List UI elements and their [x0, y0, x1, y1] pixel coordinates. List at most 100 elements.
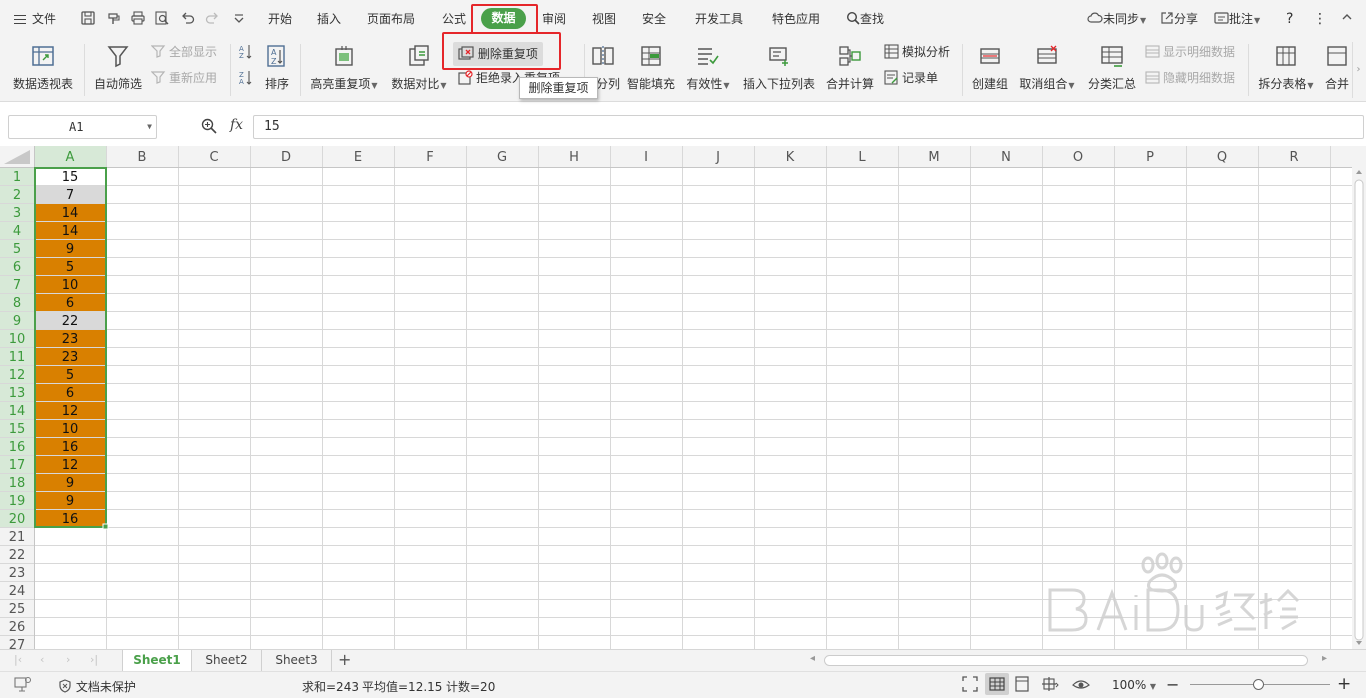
- fill-handle[interactable]: [102, 523, 109, 530]
- print-preview-icon[interactable]: [155, 11, 169, 25]
- row-header-22[interactable]: 22: [9, 548, 26, 563]
- cell-a5[interactable]: 9: [66, 242, 74, 257]
- row-header-19[interactable]: 19: [9, 494, 26, 509]
- cell-a11[interactable]: 23: [62, 350, 79, 365]
- sort-descending-button[interactable]: ZA: [238, 70, 256, 86]
- row-header-12[interactable]: 12: [9, 368, 26, 383]
- cell-a13[interactable]: 6: [66, 386, 74, 401]
- row-header-16[interactable]: 16: [9, 440, 26, 455]
- tab-home[interactable]: 开始: [268, 10, 292, 28]
- row-header-6[interactable]: 6: [13, 260, 21, 275]
- tab-formulas[interactable]: 公式: [442, 10, 466, 28]
- column-header-a[interactable]: A: [66, 150, 75, 165]
- cell-a15[interactable]: 10: [62, 422, 79, 437]
- column-header-d[interactable]: D: [281, 150, 291, 165]
- cell-a10[interactable]: 23: [62, 332, 79, 347]
- zoom-slider-handle[interactable]: [1253, 679, 1264, 690]
- sheet-tab-sheet1[interactable]: Sheet1: [122, 650, 192, 671]
- tab-developer[interactable]: 开发工具: [695, 10, 743, 28]
- column-header-k[interactable]: K: [786, 150, 795, 165]
- undo-icon[interactable]: [181, 11, 195, 25]
- search-button[interactable]: 查找: [846, 10, 884, 28]
- row-header-18[interactable]: 18: [9, 476, 26, 491]
- row-header-5[interactable]: 5: [13, 242, 21, 257]
- name-box[interactable]: A1 ▼: [8, 115, 157, 139]
- hide-detail-button[interactable]: 隐藏明细数据: [1145, 70, 1235, 86]
- cell-a6[interactable]: 5: [66, 260, 74, 275]
- sort-ascending-button[interactable]: AZ: [238, 44, 256, 60]
- row-header-20[interactable]: 20: [9, 512, 26, 527]
- tab-insert[interactable]: 插入: [317, 10, 341, 28]
- horizontal-scrollbar[interactable]: ◂ ▸: [810, 653, 1338, 667]
- row-header-1[interactable]: 1: [13, 170, 21, 185]
- column-header-n[interactable]: N: [1001, 150, 1011, 165]
- share-button[interactable]: 分享: [1160, 10, 1198, 28]
- row-header-26[interactable]: 26: [9, 620, 26, 635]
- show-detail-button[interactable]: 显示明细数据: [1145, 44, 1235, 60]
- row-header-24[interactable]: 24: [9, 584, 26, 599]
- row-header-17[interactable]: 17: [9, 458, 26, 473]
- last-sheet-icon[interactable]: ›|: [90, 653, 98, 666]
- tab-security[interactable]: 安全: [642, 10, 666, 28]
- column-header-o[interactable]: O: [1073, 150, 1083, 165]
- row-header-27[interactable]: 27: [9, 638, 26, 649]
- scroll-left-icon[interactable]: ◂: [810, 653, 815, 664]
- cell-a1[interactable]: 15: [62, 170, 79, 185]
- first-sheet-icon[interactable]: |‹: [14, 653, 22, 666]
- comment-button[interactable]: 批注▼: [1214, 10, 1260, 28]
- smart-fill-button[interactable]: 智能填充: [626, 44, 676, 91]
- zoom-out-icon[interactable]: −: [1166, 675, 1179, 694]
- what-if-analysis-button[interactable]: 模拟分析: [884, 44, 950, 60]
- next-sheet-icon[interactable]: ›: [66, 653, 70, 666]
- reapply-button[interactable]: 重新应用: [150, 70, 217, 86]
- cell-a12[interactable]: 5: [66, 368, 74, 383]
- row-header-2[interactable]: 2: [13, 188, 21, 203]
- ribbon-scroll-right-icon[interactable]: ›: [1352, 42, 1364, 98]
- column-header-r[interactable]: R: [1289, 150, 1298, 165]
- row-header-13[interactable]: 13: [9, 386, 26, 401]
- merge-table-button[interactable]: 合并: [1322, 44, 1352, 91]
- column-header-b[interactable]: B: [138, 150, 147, 165]
- row-header-14[interactable]: 14: [9, 404, 26, 419]
- row-header-4[interactable]: 4: [13, 224, 21, 239]
- column-header-g[interactable]: G: [497, 150, 507, 165]
- sort-button[interactable]: AZ 排序: [262, 44, 292, 91]
- row-header-15[interactable]: 15: [9, 422, 26, 437]
- cell-a18[interactable]: 9: [66, 476, 74, 491]
- pivot-table-button[interactable]: 数据透视表: [12, 44, 74, 91]
- show-all-button[interactable]: 全部显示: [150, 44, 217, 60]
- fullscreen-icon[interactable]: [962, 676, 978, 695]
- insert-function-button[interactable]: fx: [230, 117, 243, 133]
- cell-a7[interactable]: 10: [62, 278, 79, 293]
- column-header-c[interactable]: C: [209, 150, 218, 165]
- row-header-3[interactable]: 3: [13, 206, 21, 221]
- format-painter-icon[interactable]: [107, 11, 121, 25]
- row-header-11[interactable]: 11: [9, 350, 26, 365]
- ungroup-button[interactable]: 取消组合▼: [1018, 44, 1076, 93]
- column-header-e[interactable]: E: [354, 150, 362, 165]
- tab-page-layout[interactable]: 页面布局: [367, 10, 415, 28]
- cell-a14[interactable]: 12: [62, 404, 79, 419]
- sync-status-button[interactable]: 未同步▼: [1087, 10, 1146, 28]
- row-header-10[interactable]: 10: [9, 332, 26, 347]
- data-compare-button[interactable]: 数据对比▼: [390, 44, 448, 93]
- column-header-q[interactable]: Q: [1217, 150, 1227, 165]
- redo-icon[interactable]: [205, 11, 219, 25]
- cell-a19[interactable]: 9: [66, 494, 74, 509]
- prev-sheet-icon[interactable]: ‹: [40, 653, 44, 666]
- print-icon[interactable]: [131, 11, 145, 25]
- row-header-9[interactable]: 9: [13, 314, 21, 329]
- spreadsheet-grid[interactable]: A B C D E F G H I J K L M N O P Q R 1 2 3 4 5 6 7 8 9 10 11 12 13 14 15 1…: [0, 146, 1366, 649]
- data-validation-button[interactable]: 有效性▼: [684, 44, 732, 93]
- sheet-tab-sheet3[interactable]: Sheet3: [262, 650, 332, 671]
- tab-special-apps[interactable]: 特色应用: [772, 10, 820, 28]
- customize-quick-access-icon[interactable]: [232, 11, 246, 25]
- zoom-in-icon[interactable]: +: [1337, 674, 1351, 694]
- zoom-search-icon[interactable]: [201, 118, 217, 137]
- column-header-l[interactable]: L: [858, 150, 866, 165]
- consolidate-button[interactable]: 合并计算: [826, 44, 874, 91]
- collapse-ribbon-icon[interactable]: [1341, 10, 1353, 28]
- eye-protection-icon[interactable]: [1072, 676, 1090, 695]
- create-group-button[interactable]: 创建组: [970, 44, 1010, 91]
- page-layout-view-icon[interactable]: [1014, 676, 1030, 695]
